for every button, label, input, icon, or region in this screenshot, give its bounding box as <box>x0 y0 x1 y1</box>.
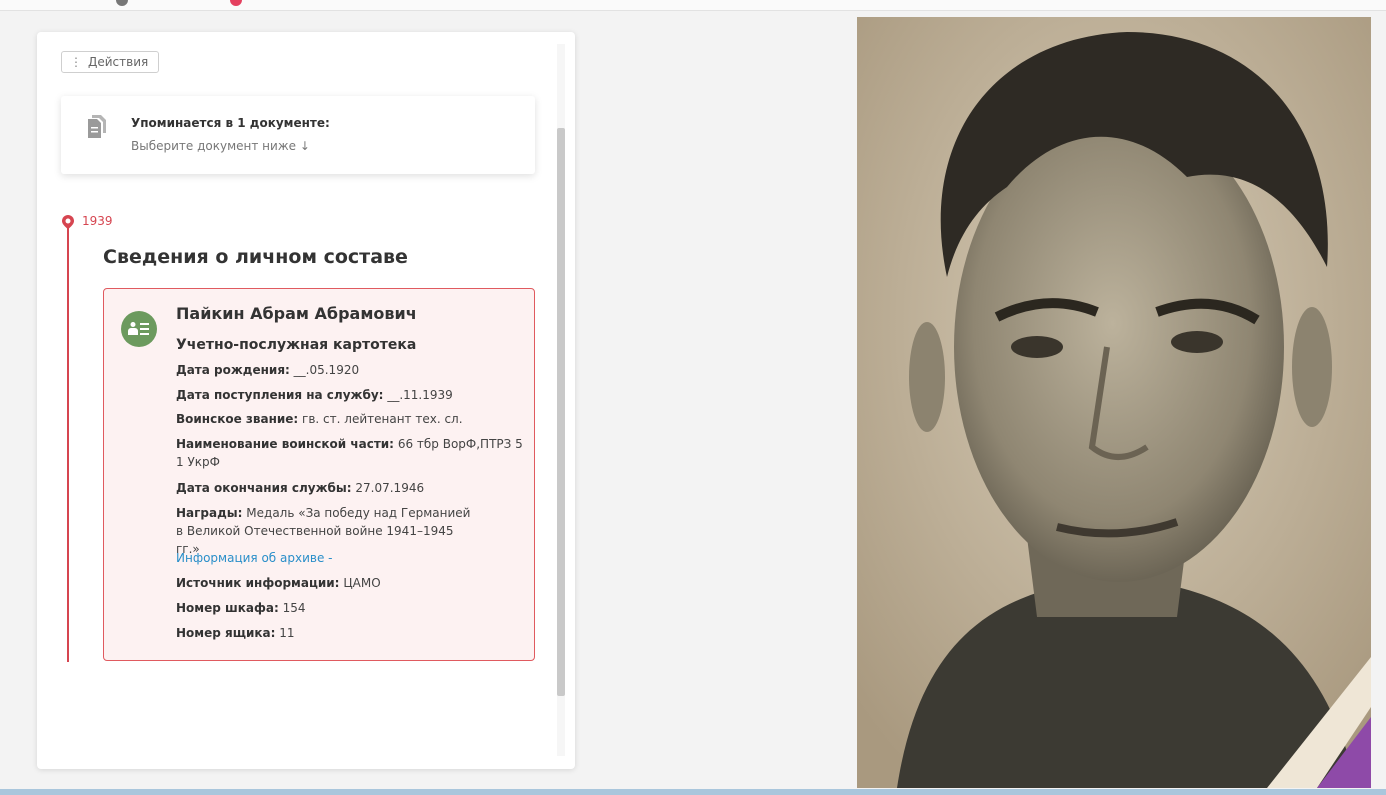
person-name[interactable]: Пайкин Абрам Абрамович <box>176 305 526 323</box>
documents-icon <box>86 114 108 144</box>
map-pin-icon <box>62 214 74 233</box>
field-value: 11 <box>279 626 295 640</box>
personnel-record-card[interactable]: Пайкин Абрам Абрамович Учетно-послужная … <box>103 288 535 661</box>
field-service-start: Дата поступления на службу: __.11.1939 <box>176 386 526 404</box>
scrollbar-thumb[interactable] <box>557 128 565 696</box>
field-value: гв. ст. лейтенант тех. сл. <box>302 412 463 426</box>
field-label: Дата окончания службы: <box>176 481 352 495</box>
field-label: Награды: <box>176 506 243 520</box>
person-list-icon <box>121 311 157 347</box>
record-panel: ⋮ Действия Упоминается в 1 документе: Вы… <box>37 32 575 769</box>
field-value: 154 <box>282 601 306 615</box>
person-portrait-photo <box>857 17 1371 788</box>
mention-hint: Выберите документ ниже ↓ <box>131 139 310 153</box>
timeline-line <box>67 226 69 662</box>
field-label: Наименование воинской части: <box>176 437 394 451</box>
kebab-icon: ⋮ <box>70 55 82 69</box>
field-value: 27.07.1946 <box>355 481 425 495</box>
bottom-bar <box>0 789 1386 795</box>
actions-button-label: Действия <box>88 55 149 69</box>
mention-title: Упоминается в 1 документе: <box>131 116 330 130</box>
field-birth-date: Дата рождения: __.05.1920 <box>176 361 526 379</box>
section-title: Сведения о личном составе <box>103 246 408 268</box>
record-type: Учетно-послужная картотека <box>176 337 417 353</box>
field-value: ЦАМО <box>343 576 381 590</box>
scrollbar[interactable] <box>557 44 565 756</box>
field-label: Воинское звание: <box>176 412 299 426</box>
toolbar-icon-red[interactable] <box>230 0 242 6</box>
field-label: Дата поступления на службу: <box>176 388 384 402</box>
field-source: Источник информации: ЦАМО <box>176 574 526 592</box>
timeline-year: 1939 <box>82 214 113 228</box>
field-unit: Наименование воинской части: 66 тбр ВорФ… <box>176 435 526 471</box>
top-toolbar-strip <box>0 0 1386 11</box>
archive-info-link[interactable]: Информация об архиве - <box>176 549 526 567</box>
field-box: Номер ящика: 11 <box>176 624 526 642</box>
toolbar-icon-gray[interactable] <box>116 0 128 6</box>
field-value: __.11.1939 <box>387 388 453 402</box>
field-label: Номер ящика: <box>176 626 276 640</box>
field-label: Номер шкафа: <box>176 601 279 615</box>
field-rank: Воинское звание: гв. ст. лейтенант тех. … <box>176 410 526 428</box>
field-label: Источник информации: <box>176 576 340 590</box>
document-mention-card: Упоминается в 1 документе: Выберите доку… <box>61 96 535 174</box>
actions-button[interactable]: ⋮ Действия <box>61 51 160 73</box>
field-cabinet: Номер шкафа: 154 <box>176 599 526 617</box>
field-value: __.05.1920 <box>293 363 360 377</box>
field-label: Дата рождения: <box>176 363 290 377</box>
field-service-end: Дата окончания службы: 27.07.1946 <box>176 479 526 497</box>
